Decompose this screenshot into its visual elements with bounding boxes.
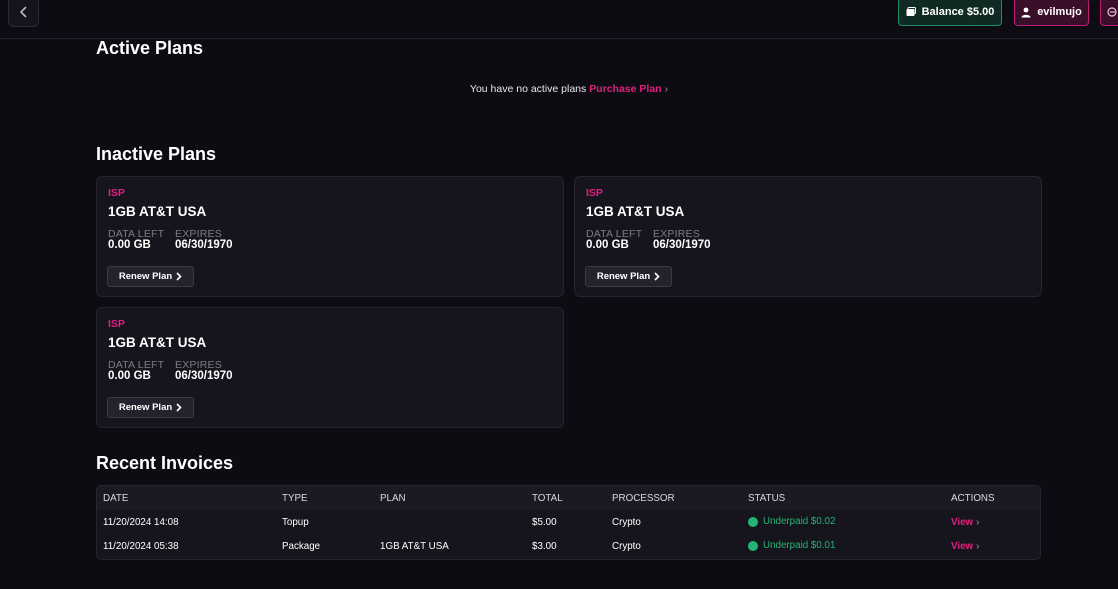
view-invoice-link[interactable]: View › <box>951 517 979 528</box>
invoice-status: Underpaid $0.02 <box>748 516 835 527</box>
status-dot-icon <box>748 540 758 551</box>
wallet-icon <box>906 7 916 16</box>
view-label: View <box>951 517 974 528</box>
column-header-processor: PROCESSOR <box>612 493 675 504</box>
invoice-status: Underpaid $0.01 <box>748 540 835 551</box>
column-header-actions: ACTIONS <box>951 493 995 504</box>
recent-invoices-title: Recent Invoices <box>96 453 234 473</box>
data-left-value: 0.00 GB <box>108 239 151 251</box>
view-invoice-link[interactable]: View › <box>951 541 979 552</box>
renew-plan-button[interactable]: Renew Plan <box>107 397 194 418</box>
invoice-total: $5.00 <box>532 517 557 528</box>
username-label: evilmujo <box>1037 6 1082 18</box>
chevron-right-icon: › <box>976 541 980 552</box>
plan-card: ISP 1GB AT&T USA DATA LEFT EXPIRES 0.00 … <box>574 176 1042 297</box>
logout-button[interactable] <box>1100 0 1118 26</box>
invoice-type: Topup <box>282 517 309 528</box>
invoice-processor: Crypto <box>612 517 641 528</box>
column-header-date: DATE <box>103 493 129 504</box>
renew-plan-button[interactable]: Renew Plan <box>585 266 672 287</box>
active-plans-empty-message: You have no active plans Purchase Plan › <box>0 83 1118 95</box>
expires-value: 06/30/1970 <box>653 239 711 251</box>
chevron-right-icon <box>176 403 182 412</box>
inactive-plans-title: Inactive Plans <box>96 144 217 164</box>
plan-name: 1GB AT&T USA <box>108 335 207 350</box>
column-header-status: STATUS <box>748 493 786 504</box>
plan-type-tag: ISP <box>586 187 603 199</box>
chevron-right-icon <box>176 272 182 281</box>
expires-value: 06/30/1970 <box>175 370 233 382</box>
active-plans-title: Active Plans <box>96 38 204 58</box>
plan-name: 1GB AT&T USA <box>586 204 685 219</box>
plan-type-tag: ISP <box>108 318 125 330</box>
invoice-type: Package <box>282 541 321 552</box>
plan-type-tag: ISP <box>108 187 125 199</box>
invoice-status-text: Underpaid $0.01 <box>763 540 836 551</box>
status-dot-icon <box>748 516 758 527</box>
balance-label: Balance $5.00 <box>921 6 995 18</box>
user-menu-button[interactable]: evilmujo <box>1014 0 1089 26</box>
user-icon <box>1021 7 1031 17</box>
plan-card: ISP 1GB AT&T USA DATA LEFT EXPIRES 0.00 … <box>96 307 564 428</box>
renew-plan-label: Renew Plan <box>596 271 651 282</box>
column-header-type: TYPE <box>282 493 308 504</box>
plan-card: ISP 1GB AT&T USA DATA LEFT EXPIRES 0.00 … <box>96 176 564 297</box>
purchase-plan-link[interactable]: Purchase Plan <box>589 83 661 95</box>
chevron-right-icon <box>654 272 660 281</box>
renew-plan-label: Renew Plan <box>118 271 173 282</box>
plan-name: 1GB AT&T USA <box>108 204 207 219</box>
invoice-total: $3.00 <box>532 541 557 552</box>
top-bar: Balance $5.00 evilmujo <box>0 0 1118 39</box>
logout-icon <box>1107 7 1117 17</box>
invoice-processor: Crypto <box>612 541 641 552</box>
data-left-value: 0.00 GB <box>586 239 629 251</box>
chevron-right-icon: › <box>664 83 669 95</box>
renew-plan-label: Renew Plan <box>118 402 173 413</box>
expires-value: 06/30/1970 <box>175 239 233 251</box>
invoice-date: 11/20/2024 14:08 <box>103 517 179 528</box>
column-header-plan: PLAN <box>380 493 406 504</box>
empty-text: You have no active plans <box>469 83 587 95</box>
back-button[interactable] <box>8 0 39 27</box>
invoice-date: 11/20/2024 05:38 <box>103 541 179 552</box>
chevron-right-icon: › <box>976 517 980 528</box>
invoice-plan: 1GB AT&T USA <box>380 541 449 552</box>
table-header: DATE TYPE PLAN TOTAL PROCESSOR STATUS AC… <box>97 486 1040 510</box>
balance-button[interactable]: Balance $5.00 <box>898 0 1002 26</box>
invoices-table: DATE TYPE PLAN TOTAL PROCESSOR STATUS AC… <box>96 485 1041 560</box>
renew-plan-button[interactable]: Renew Plan <box>107 266 194 287</box>
data-left-value: 0.00 GB <box>108 370 151 382</box>
view-label: View <box>951 541 974 552</box>
column-header-total: TOTAL <box>532 493 563 504</box>
chevron-left-icon <box>19 5 27 18</box>
invoice-status-text: Underpaid $0.02 <box>763 516 836 527</box>
